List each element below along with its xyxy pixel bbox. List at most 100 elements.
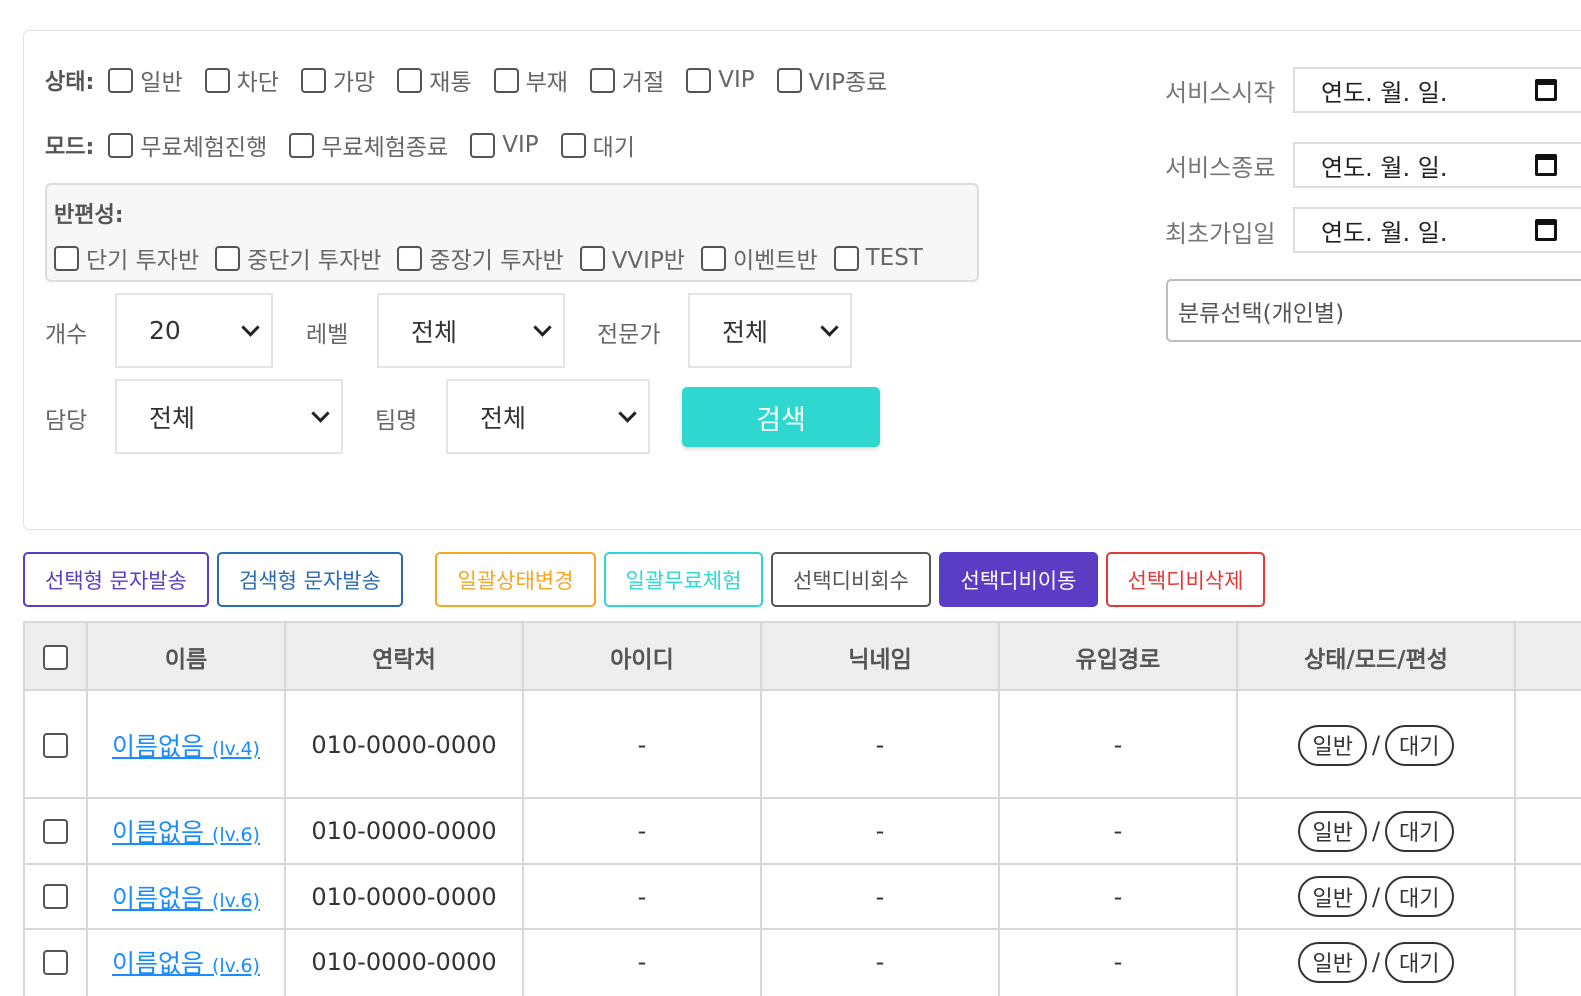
checkbox-box[interactable] xyxy=(579,245,605,271)
checkbox-box[interactable] xyxy=(108,67,134,93)
row-checkbox[interactable] xyxy=(42,949,68,975)
header-id[interactable]: 아이디 xyxy=(523,623,761,691)
status-checkbox[interactable]: 재통 xyxy=(397,63,472,97)
header-source[interactable]: 유입경로 xyxy=(999,623,1237,691)
header-nickname[interactable]: 닉네임 xyxy=(761,623,999,691)
class-checkbox[interactable]: 중장기 투자반 xyxy=(397,241,564,275)
checkbox-box[interactable] xyxy=(54,245,79,271)
first-join-date-input[interactable]: 연도. 월. 일. xyxy=(1293,207,1581,253)
checkbox-box[interactable] xyxy=(470,132,496,158)
count-select[interactable]: 20 xyxy=(115,293,273,368)
mode-filter: 모드: 무료체험진행 무료체험종료 VIP 대기 xyxy=(45,128,657,162)
status-mode-cell: 일반 / 대기 xyxy=(1237,799,1515,863)
nickname-cell: - xyxy=(875,817,885,845)
class-checkbox[interactable]: 단기 투자반 xyxy=(54,241,199,275)
service-start-date-input[interactable]: 연도. 월. 일. xyxy=(1293,67,1581,113)
delete-db-button[interactable]: 선택디비삭제 xyxy=(1106,552,1265,607)
bulk-status-change-button[interactable]: 일괄상태변경 xyxy=(435,552,596,607)
header-phone[interactable]: 연락처 xyxy=(285,623,523,691)
phone-cell: 010-0000-0000 xyxy=(311,817,497,845)
manager-select[interactable]: 전체 xyxy=(115,379,343,454)
member-name-link[interactable]: 이름없음 (lv.6) xyxy=(112,813,260,849)
calendar-icon[interactable] xyxy=(1535,79,1557,101)
row-checkbox[interactable] xyxy=(42,818,68,844)
member-name-link[interactable]: 이름없음 (lv.6) xyxy=(112,879,260,915)
status-checkbox[interactable]: VIP xyxy=(686,67,755,93)
class-checkbox[interactable]: 중단기 투자반 xyxy=(215,241,381,275)
checkbox-box[interactable] xyxy=(215,245,241,271)
checkbox-box[interactable] xyxy=(589,67,615,93)
checkbox-box[interactable] xyxy=(300,67,326,93)
mode-filter-label: 모드: xyxy=(45,135,95,160)
header-status[interactable]: 상태/모드/편성 xyxy=(1237,623,1515,691)
checkbox-box[interactable] xyxy=(289,132,315,158)
status-checkbox[interactable]: VIP종료 xyxy=(776,63,887,97)
member-name-link[interactable]: 이름없음 (lv.6) xyxy=(112,944,260,980)
mode-checkbox[interactable]: 무료체험진행 xyxy=(108,128,267,162)
mode-pill[interactable]: 대기 xyxy=(1385,876,1454,917)
mode-pill[interactable]: 대기 xyxy=(1385,810,1454,852)
chevron-down-icon xyxy=(618,404,637,423)
mode-checkbox[interactable]: VIP xyxy=(470,132,539,158)
classify-select[interactable]: 분류선택(개인별) xyxy=(1166,279,1581,342)
service-start-label: 서비스시작 xyxy=(1165,79,1276,107)
first-join-label: 최초가입일 xyxy=(1165,220,1276,248)
level-label: 레벨 xyxy=(306,322,349,348)
class-checkbox[interactable]: 이벤트반 xyxy=(700,241,818,275)
checkbox-box[interactable] xyxy=(833,245,859,271)
checkbox-box[interactable] xyxy=(397,245,423,271)
checkbox-box[interactable] xyxy=(108,132,134,158)
status-checkbox[interactable]: 거절 xyxy=(589,63,664,97)
mode-pill[interactable]: 대기 xyxy=(1385,724,1454,766)
expert-select[interactable]: 전체 xyxy=(688,293,852,368)
calendar-icon[interactable] xyxy=(1535,219,1557,241)
status-filter-label: 상태: xyxy=(45,70,95,95)
search-button[interactable]: 검색 xyxy=(682,387,880,447)
select-all-checkbox[interactable] xyxy=(42,644,68,670)
status-pill[interactable]: 일반 xyxy=(1298,810,1367,852)
team-select[interactable]: 전체 xyxy=(446,379,650,454)
checkbox-box[interactable] xyxy=(397,67,423,93)
status-pill[interactable]: 일반 xyxy=(1298,876,1367,917)
selected-sms-button[interactable]: 선택형 문자발송 xyxy=(23,552,209,607)
row-checkbox[interactable] xyxy=(42,732,68,758)
status-checkbox[interactable]: 일반 xyxy=(108,63,183,97)
chevron-down-icon xyxy=(533,318,552,337)
checkbox-box[interactable] xyxy=(493,67,519,93)
status-checkbox[interactable]: 차단 xyxy=(204,63,279,97)
service-end-date-input[interactable]: 연도. 월. 일. xyxy=(1293,142,1581,188)
filter-panel: 상태: 일반 차단 가망 재통 부재 거절 VIP VIP종료 모드: 무료체험… xyxy=(23,30,1581,530)
member-name-link[interactable]: 이름없음 (lv.4) xyxy=(112,727,260,763)
recall-db-button[interactable]: 선택디비회수 xyxy=(771,552,931,607)
header-name[interactable]: 이름 xyxy=(87,623,285,691)
search-sms-button[interactable]: 검색형 문자발송 xyxy=(217,552,403,607)
checkbox-box[interactable] xyxy=(776,67,802,93)
phone-cell: 010-0000-0000 xyxy=(311,731,497,759)
level-select[interactable]: 전체 xyxy=(377,293,565,368)
status-mode-cell: 일반 / 대기 xyxy=(1237,930,1515,994)
checkbox-box[interactable] xyxy=(686,67,712,93)
status-checkbox[interactable]: 가망 xyxy=(300,63,375,97)
class-checkbox[interactable]: VVIP반 xyxy=(579,241,685,275)
status-pill[interactable]: 일반 xyxy=(1298,724,1367,766)
chevron-down-icon xyxy=(241,318,260,337)
mode-checkbox[interactable]: 무료체험종료 xyxy=(289,128,448,162)
mode-pill[interactable]: 대기 xyxy=(1385,941,1454,983)
bulk-free-trial-button[interactable]: 일괄무료체험 xyxy=(604,552,763,607)
checkbox-box[interactable] xyxy=(560,132,586,158)
select-all-checkbox-cell xyxy=(23,623,87,691)
calendar-icon[interactable] xyxy=(1535,154,1557,176)
class-filter-label: 반편성: xyxy=(54,203,124,228)
service-end-label: 서비스종료 xyxy=(1165,154,1276,182)
status-pill[interactable]: 일반 xyxy=(1298,941,1367,983)
row-checkbox[interactable] xyxy=(42,884,68,909)
mode-checkbox[interactable]: 대기 xyxy=(560,128,635,162)
checkbox-box[interactable] xyxy=(204,67,230,93)
status-checkbox[interactable]: 부재 xyxy=(493,63,568,97)
move-db-button[interactable]: 선택디비이동 xyxy=(939,552,1098,607)
chevron-down-icon xyxy=(820,318,839,337)
checkbox-box[interactable] xyxy=(700,245,726,271)
class-checkbox[interactable]: TEST xyxy=(833,245,923,271)
id-cell: - xyxy=(637,731,647,759)
status-filter: 상태: 일반 차단 가망 재통 부재 거절 VIP VIP종료 xyxy=(45,63,909,97)
